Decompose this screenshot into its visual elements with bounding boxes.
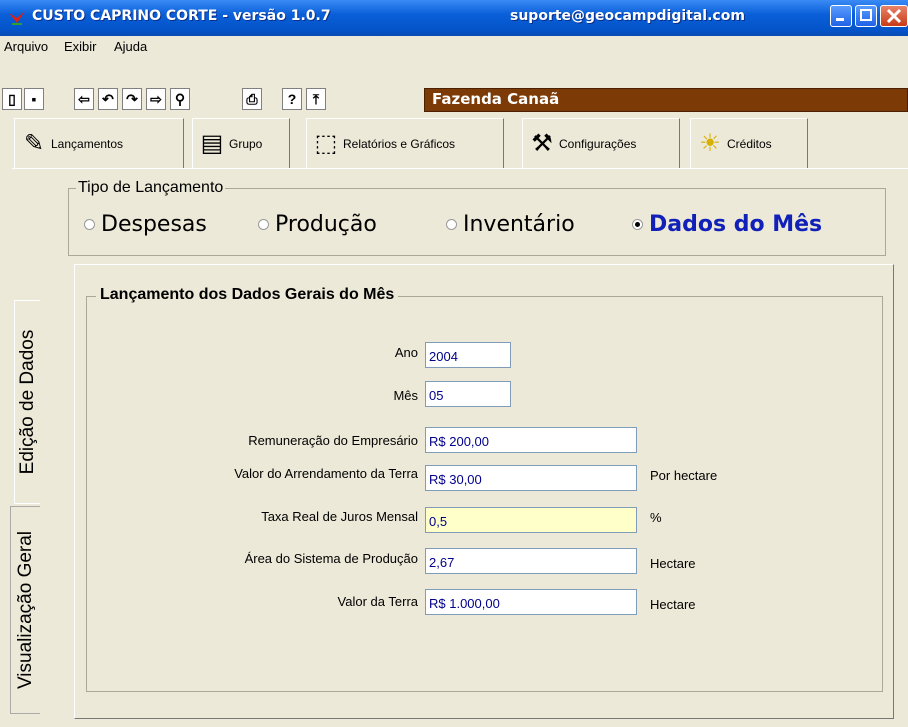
app-icon (9, 11, 25, 25)
unit-valor-terra: Hectare (650, 597, 696, 612)
tab-relatorios[interactable]: ⬚ Relatórios e Gráficos (306, 118, 504, 168)
unit-area: Hectare (650, 556, 696, 571)
sun-icon: ☀ (699, 130, 721, 157)
farm-name: Fazenda Canaã (432, 90, 560, 108)
notebook-icon: ▤ (200, 130, 224, 157)
window-title: CUSTO CAPRINO CORTE - versão 1.0.7 (32, 8, 331, 24)
tab-panel-border (12, 168, 908, 169)
print-icon[interactable]: ⎙ (242, 88, 262, 110)
save-icon[interactable]: ▪ (24, 88, 44, 110)
maximize-icon (860, 9, 872, 21)
feather-icon: ✎ (23, 130, 45, 157)
close-icon (886, 8, 902, 24)
valor-terra-field[interactable]: R$ 1.000,00 (425, 589, 637, 615)
help-icon[interactable]: ? (282, 88, 302, 110)
menu-arquivo[interactable]: Arquivo (4, 39, 48, 54)
tab-configuracoes[interactable]: ⚒ Configurações (522, 118, 680, 168)
radio-despesas[interactable]: Despesas (84, 212, 207, 237)
tab-lancamentos[interactable]: ✎ Lançamentos (14, 118, 184, 168)
dados-gerais-legend: Lançamento dos Dados Gerais do Mês (96, 286, 399, 304)
minimize-icon (836, 18, 844, 21)
chart-icon: ⬚ (314, 130, 338, 157)
undo-icon[interactable]: ↶ (98, 88, 118, 110)
tab-creditos[interactable]: ☀ Créditos (690, 118, 808, 168)
label-arrendamento: Valor do Arrendamento da Terra (234, 466, 418, 481)
tipo-lancamento-legend: Tipo de Lançamento (76, 179, 226, 197)
label-mes: Mês (393, 388, 418, 403)
tab-label: Grupo (229, 136, 263, 151)
close-button[interactable] (880, 5, 908, 27)
radio-producao[interactable]: Produção (258, 212, 377, 237)
menu-exibir[interactable]: Exibir (64, 39, 97, 54)
label-area: Área do Sistema de Produção (244, 551, 418, 566)
radio-label: Inventário (463, 212, 575, 237)
redo-icon[interactable]: ↷ (122, 88, 142, 110)
label-valor-terra: Valor da Terra (337, 594, 418, 609)
forward-icon[interactable]: ⇨ (146, 88, 166, 110)
tab-label: Edição de Dados (16, 329, 38, 475)
menu-ajuda[interactable]: Ajuda (114, 39, 147, 54)
area-field[interactable]: 2,67 (425, 548, 637, 574)
tab-label: Lançamentos (51, 136, 124, 151)
maximize-button[interactable] (855, 5, 877, 27)
radio-label: Produção (275, 212, 377, 237)
wrench-icon: ⚒ (531, 130, 553, 157)
arrendamento-field[interactable]: R$ 30,00 (425, 465, 637, 491)
new-icon[interactable]: ▯ (2, 88, 22, 110)
radio-circle (84, 219, 95, 230)
tab-label: Visualização Geral (14, 530, 36, 690)
radio-circle (446, 219, 457, 230)
back-icon[interactable]: ⇦ (74, 88, 94, 110)
mes-field[interactable]: 05 (425, 381, 511, 407)
tab-label: Relatórios e Gráficos (343, 136, 456, 151)
tab-label: Configurações (559, 136, 637, 151)
radio-inventario[interactable]: Inventário (446, 212, 575, 237)
tab-grupo[interactable]: ▤ Grupo (192, 118, 290, 168)
tab-visualizacao-geral[interactable]: Visualização Geral (10, 506, 40, 714)
label-taxa-juros: Taxa Real de Juros Mensal (261, 509, 418, 524)
radio-dados-do-mes[interactable]: Dados do Mês (632, 212, 822, 237)
tab-edicao-de-dados[interactable]: Edição de Dados (14, 300, 40, 504)
minimize-button[interactable] (830, 5, 852, 27)
radio-circle-selected (632, 219, 643, 230)
remuneracao-field[interactable]: R$ 200,00 (425, 427, 637, 453)
radio-label: Despesas (101, 212, 207, 237)
ano-field[interactable]: 2004 (425, 342, 511, 368)
label-remuneracao: Remuneração do Empresário (248, 433, 418, 448)
tab-label: Créditos (727, 136, 772, 151)
unit-taxa-juros: % (650, 510, 662, 525)
unit-arrendamento: Por hectare (650, 468, 718, 483)
folder-up-icon[interactable]: ⤒ (306, 88, 326, 110)
support-email: suporte@geocampdigital.com (510, 8, 745, 24)
label-ano: Ano (394, 345, 418, 360)
find-icon[interactable]: ⚲ (170, 88, 190, 110)
taxa-juros-field[interactable]: 0,5 (425, 507, 637, 533)
radio-circle (258, 219, 269, 230)
radio-label: Dados do Mês (649, 212, 823, 237)
